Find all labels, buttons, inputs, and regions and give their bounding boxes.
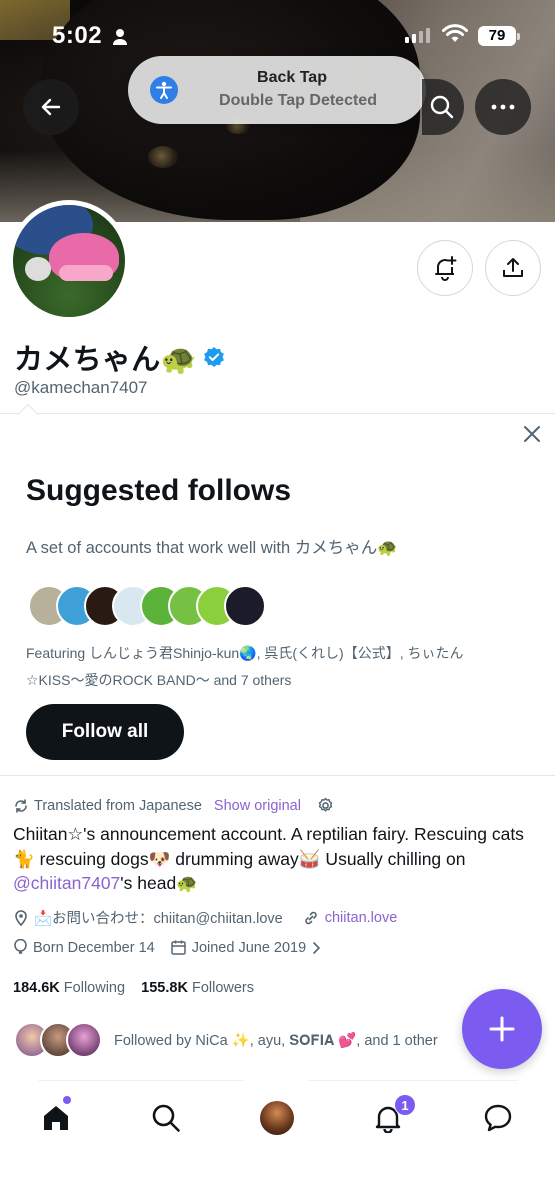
follow-counts: 184.6K Following 155.8K Followers — [13, 980, 254, 996]
back-tap-title: Back Tap — [257, 69, 327, 86]
home-icon — [44, 1106, 68, 1130]
search-icon — [430, 95, 454, 119]
share-icon — [503, 258, 523, 277]
location-pin-icon — [15, 909, 27, 926]
divider — [38, 1080, 244, 1081]
following-count: 184.6K — [13, 980, 60, 996]
compose-button[interactable] — [462, 989, 542, 1069]
verified-badge-icon[interactable] — [203, 346, 225, 368]
gear-icon[interactable] — [317, 797, 334, 814]
followers-link[interactable]: 155.8K Followers — [141, 980, 254, 996]
battery-indicator: 79 — [478, 26, 520, 46]
divider — [0, 775, 555, 776]
chat-bubble-icon — [484, 1104, 512, 1132]
bio-mention-link[interactable]: @chiitan7407 — [13, 873, 120, 893]
tab-profile[interactable] — [257, 1098, 297, 1138]
more-options-button[interactable] — [475, 79, 531, 135]
caret-pointer — [18, 404, 38, 415]
avatar — [260, 1101, 294, 1135]
follow-all-button[interactable]: Follow all — [26, 704, 184, 760]
bell-plus-icon — [435, 256, 457, 281]
arrow-left-icon — [41, 98, 61, 116]
featuring-text: Featuring しんじょう君Shinjo-kun🌏, 呉氏(くれし)【公式】… — [26, 640, 526, 694]
back-tap-banner: Back Tap Double Tap Detected — [128, 56, 426, 124]
home-unread-dot — [63, 1096, 71, 1104]
back-button[interactable] — [23, 79, 79, 135]
tab-home[interactable] — [36, 1098, 76, 1138]
divider — [308, 1080, 518, 1081]
follower-avatar — [66, 1022, 102, 1058]
status-time: 5:02 — [52, 22, 103, 49]
tab-messages[interactable] — [478, 1098, 518, 1138]
followed-by-row[interactable]: Followed by NiCa ✨, ayu, 𝐒𝐎𝐅𝐈𝐀 💕, and 1 … — [14, 1022, 438, 1058]
profile-location: 📩お問い合わせ：chiitan@chiitan.love — [34, 911, 283, 927]
profile-avatar[interactable] — [8, 200, 130, 322]
profile-handle: @kamechan7407 — [14, 378, 148, 397]
featuring-line-1: Featuring しんじょう君Shinjo-kun🌏, 呉氏(くれし)【公式】… — [26, 645, 464, 661]
following-label: Following — [63, 980, 126, 996]
bio-text: 's head🐢 — [120, 873, 198, 893]
cat-eye — [148, 146, 178, 168]
profile-website-link[interactable]: chiitan.love — [325, 910, 398, 926]
bio-text: Chiitan☆'s announcement account. A repti… — [13, 824, 524, 869]
close-icon[interactable] — [522, 424, 542, 444]
translation-bar: Translated from Japanese Show original — [14, 797, 334, 814]
chevron-right-icon[interactable] — [312, 941, 321, 954]
tab-search[interactable] — [146, 1098, 186, 1138]
profile-dates-row: Born December 14 Joined June 2019 — [14, 939, 321, 956]
followed-by-text: Followed by NiCa ✨, ayu, 𝐒𝐎𝐅𝐈𝐀 💕, and 1 … — [114, 1032, 438, 1049]
following-link[interactable]: 184.6K Following — [13, 980, 125, 996]
show-original-link[interactable]: Show original — [214, 798, 301, 814]
divider — [0, 413, 555, 414]
back-tap-subtitle: Double Tap Detected — [219, 92, 377, 109]
avatar-turtle-rim — [59, 265, 113, 281]
profile-bio: Chiitan☆'s announcement account. A repti… — [13, 822, 543, 896]
calendar-icon — [170, 940, 186, 955]
suggested-follows-title: Suggested follows — [26, 474, 292, 507]
share-button[interactable] — [485, 240, 541, 296]
profile-name: カメちゃん🐢 — [14, 336, 225, 378]
profile-joined-date[interactable]: Joined June 2019 — [192, 940, 307, 956]
notify-button[interactable] — [417, 240, 473, 296]
suggested-follows-subtitle: A set of accounts that work well with カメ… — [26, 539, 398, 557]
avatar-turtle-head — [25, 257, 51, 281]
followers-count: 155.8K — [141, 980, 188, 996]
followers-label: Followers — [191, 980, 255, 996]
wifi-icon — [442, 24, 468, 42]
bottom-tab-bar: 1 — [0, 1080, 555, 1200]
person-icon — [113, 29, 127, 45]
profile-meta-row: 📩お問い合わせ：chiitan@chiitan.love chiitan.lov… — [14, 907, 397, 928]
cellular-signal-icon — [405, 28, 430, 43]
featuring-line-2: ☆KISS〜愛のROCK BAND〜 and 7 others — [26, 672, 292, 688]
search-icon — [152, 1104, 180, 1132]
plus-icon — [489, 1016, 515, 1042]
notifications-badge: 1 — [394, 1094, 416, 1116]
display-name: カメちゃん🐢 — [14, 344, 197, 376]
more-horizontal-icon — [491, 104, 515, 110]
balloon-icon — [14, 939, 27, 954]
profile-birthday: Born December 14 — [33, 939, 155, 956]
suggested-avatar — [224, 585, 266, 627]
link-icon — [304, 911, 317, 924]
translate-icon — [15, 798, 27, 813]
translated-label: Translated from Japanese — [34, 797, 202, 814]
